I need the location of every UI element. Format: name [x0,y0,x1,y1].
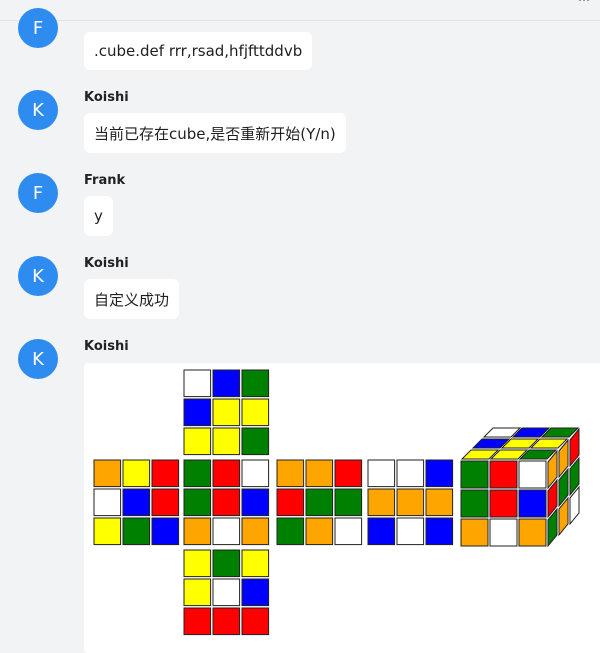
sticker-down-4 [212,578,241,607]
sticker-up-1 [212,369,241,398]
sticker-back-0 [367,459,396,488]
message-text: 当前已存在cube,是否重新开始(Y/n) [94,124,336,143]
iso-front-sticker-5 [518,489,547,518]
avatar[interactable]: F [18,173,58,213]
sticker-back-3 [367,488,396,517]
top-bar-text: … [578,0,590,4]
iso-front-sticker-3 [460,489,489,518]
sticker-front-2 [241,459,270,488]
sticker-back-1 [396,459,425,488]
message-author: Koishi [84,339,129,354]
sticker-right-4 [305,488,334,517]
sticker-down-8 [241,607,270,636]
message-text: y [94,207,103,225]
sticker-down-5 [241,578,270,607]
sticker-right-3 [276,488,305,517]
sticker-front-0 [183,459,212,488]
sticker-up-8 [241,427,270,456]
sticker-left-5 [151,488,180,517]
message-author: Koishi [84,256,129,271]
avatar-letter: F [32,17,44,39]
sticker-back-2 [425,459,454,488]
sticker-left-6 [93,517,122,546]
sticker-left-1 [122,459,151,488]
sticker-up-2 [241,369,270,398]
sticker-left-0 [93,459,122,488]
iso-front-sticker-4 [489,489,518,518]
top-bar: … [0,0,600,21]
sticker-back-7 [396,517,425,546]
iso-front-sticker-0 [460,460,489,489]
sticker-front-7 [212,517,241,546]
message-author: Koishi [84,90,129,105]
sticker-down-1 [212,549,241,578]
message-text: .cube.def rrr,rsad,hfjfttddvb [94,42,303,60]
sticker-right-1 [305,459,334,488]
sticker-left-4 [122,488,151,517]
sticker-up-0 [183,369,212,398]
iso-front-sticker-7 [489,518,518,547]
sticker-up-5 [241,398,270,427]
iso-front-sticker-6 [460,518,489,547]
sticker-front-6 [183,517,212,546]
sticker-down-7 [212,607,241,636]
iso-front-sticker-1 [489,460,518,489]
cube-net-image [93,369,580,636]
avatar-letter: K [32,265,44,287]
sticker-front-5 [241,488,270,517]
message-author: Frank [84,173,126,188]
sticker-front-3 [183,488,212,517]
sticker-front-4 [212,488,241,517]
sticker-up-7 [212,427,241,456]
sticker-down-6 [183,607,212,636]
message-bubble: y [84,196,113,236]
sticker-left-2 [151,459,180,488]
message-bubble: 当前已存在cube,是否重新开始(Y/n) [84,113,346,153]
avatar-letter: K [32,348,44,370]
sticker-back-6 [367,517,396,546]
message-bubble: 自定义成功 [84,279,180,319]
avatar[interactable]: F [18,8,58,48]
iso-front-sticker-8 [518,518,547,547]
avatar[interactable]: K [18,339,58,379]
avatar[interactable]: K [18,90,58,130]
sticker-right-8 [334,517,363,546]
sticker-left-3 [93,488,122,517]
sticker-right-7 [305,517,334,546]
sticker-left-7 [122,517,151,546]
sticker-down-0 [183,549,212,578]
sticker-up-4 [212,398,241,427]
sticker-front-1 [212,459,241,488]
sticker-back-4 [396,488,425,517]
sticker-right-2 [334,459,363,488]
sticker-left-8 [151,517,180,546]
sticker-up-3 [183,398,212,427]
sticker-back-5 [425,488,454,517]
sticker-right-0 [276,459,305,488]
message-bubble: .cube.def rrr,rsad,hfjfttddvb [84,32,313,70]
sticker-right-5 [334,488,363,517]
sticker-front-8 [241,517,270,546]
sticker-down-2 [241,549,270,578]
avatar-letter: K [32,99,44,121]
sticker-up-6 [183,427,212,456]
sticker-back-8 [425,517,454,546]
avatar[interactable]: K [18,256,58,296]
cube-image-attachment[interactable] [84,363,600,653]
avatar-letter: F [32,182,44,204]
sticker-down-3 [183,578,212,607]
sticker-right-6 [276,517,305,546]
iso-front-sticker-2 [518,460,547,489]
message-text: 自定义成功 [94,290,170,309]
